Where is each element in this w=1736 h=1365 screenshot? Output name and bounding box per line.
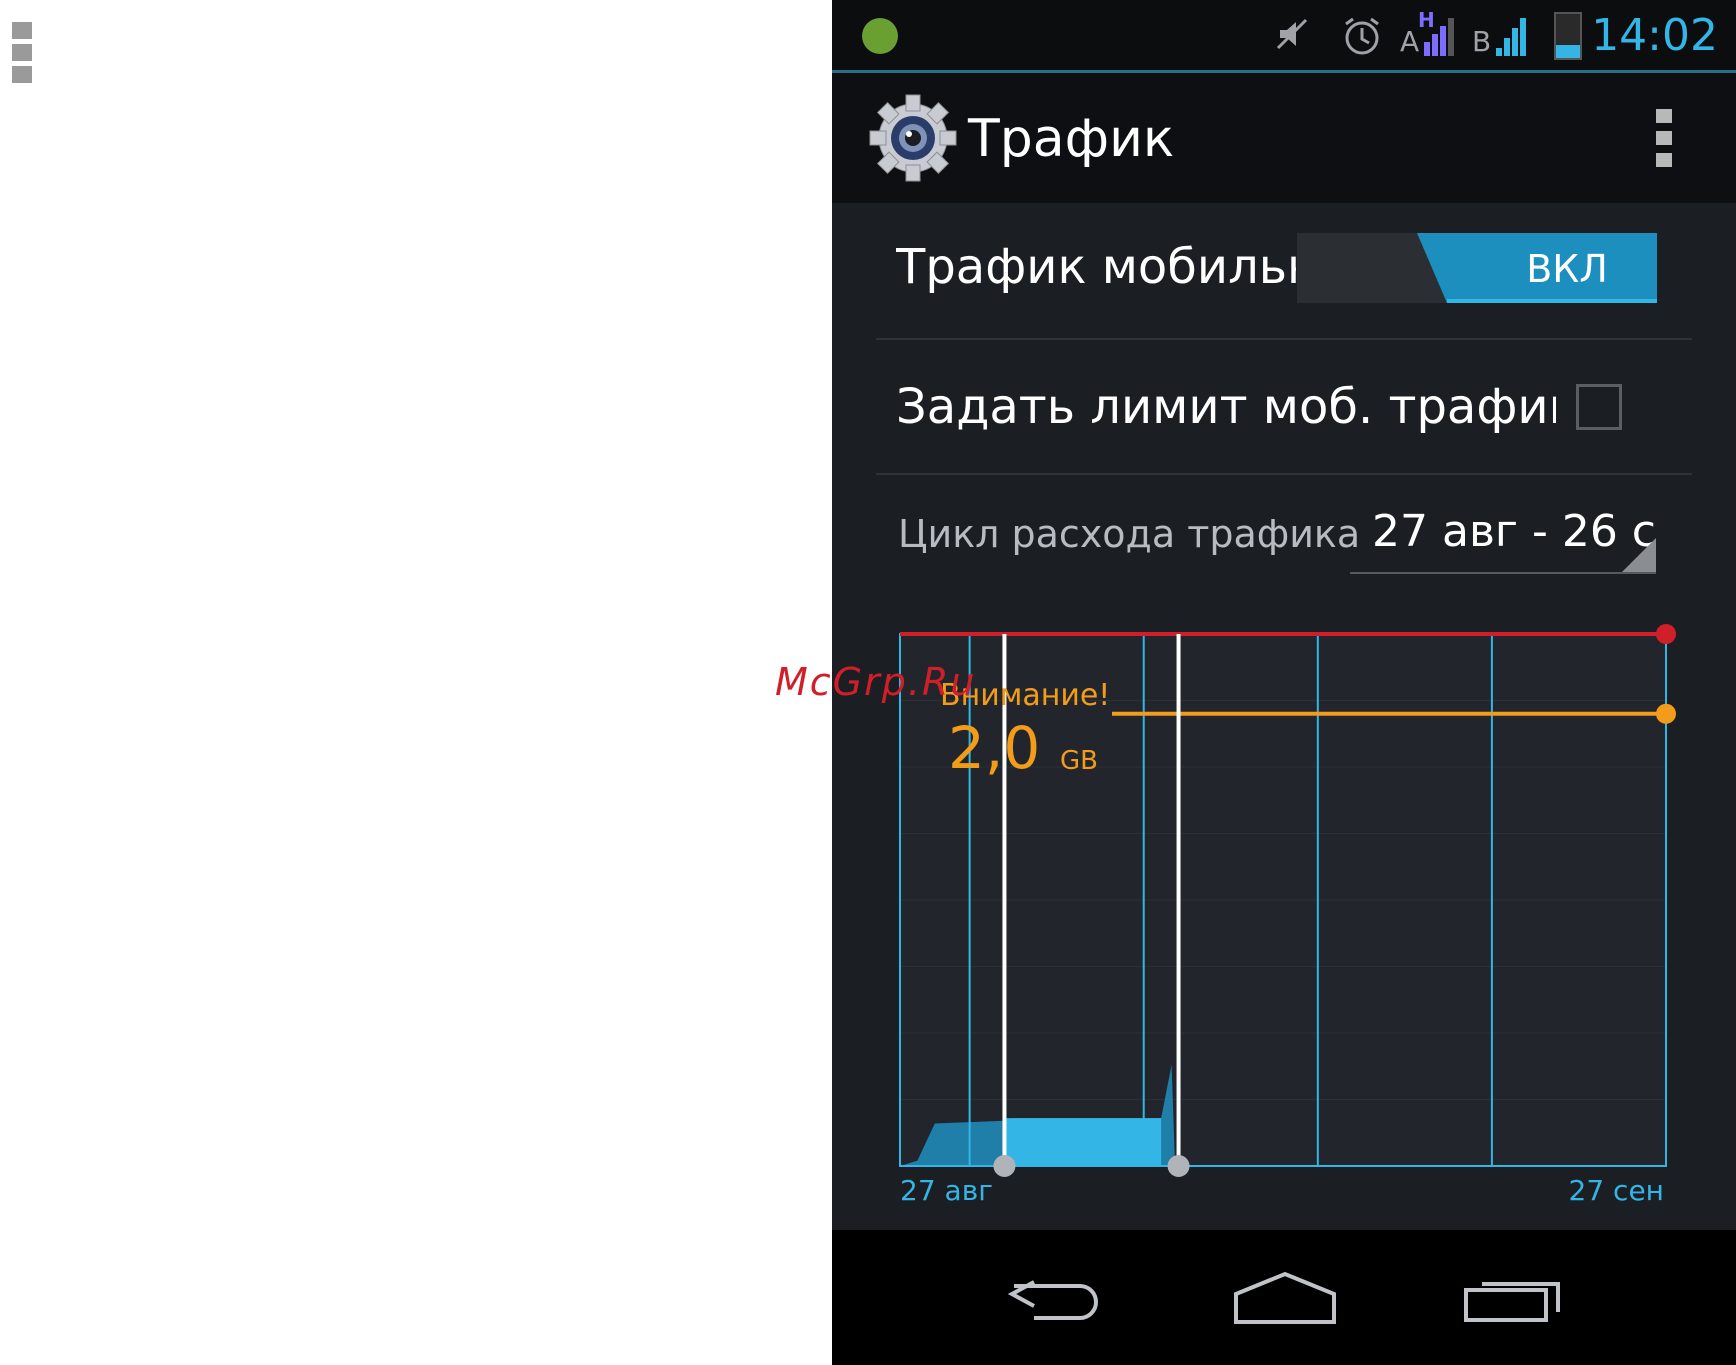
overflow-menu-icon[interactable] (1656, 109, 1672, 175)
recent-apps-icon[interactable] (1462, 1268, 1572, 1328)
watermark: McGrp.Ru (775, 660, 977, 704)
sweep-end-handle (1167, 1155, 1190, 1177)
limit-checkbox[interactable] (1576, 384, 1622, 430)
network-type-label: H (1418, 8, 1435, 32)
status-clock: 14:02 (1591, 10, 1718, 61)
status-bar: A H B 14:02 (832, 0, 1736, 73)
sim-a-label: A (1400, 25, 1420, 58)
sweep-start-handle (993, 1155, 1016, 1177)
x-start-label: 27 авг (900, 1174, 993, 1207)
android-icon (862, 18, 898, 54)
cycle-spinner[interactable]: 27 авг - 26 сен (1350, 498, 1656, 574)
cycle-label: Цикл расхода трафика (898, 512, 1361, 556)
sim-b-label: B (1472, 25, 1492, 58)
warning-unit: GB (1060, 746, 1098, 776)
mobile-data-switch[interactable]: ВКЛ (1297, 233, 1657, 303)
signal-icon: B (1472, 10, 1540, 58)
switch-state-label: ВКЛ (1526, 247, 1608, 291)
settings-gear-icon[interactable] (868, 93, 958, 183)
warning-handle (1656, 703, 1676, 724)
mobile-data-label: Трафик мобильного (896, 239, 1296, 295)
cycle-value: 27 авг - 26 сен (1372, 506, 1656, 557)
limit-label: Задать лимит моб. трафика (896, 379, 1556, 435)
x-end-label: 27 сен (1568, 1174, 1664, 1207)
battery-icon (1554, 12, 1582, 60)
usage-selected-area (1004, 1118, 1162, 1166)
alarm-icon (1340, 14, 1384, 67)
mute-icon (1272, 14, 1312, 63)
back-icon[interactable] (1004, 1268, 1114, 1328)
left-overflow-icon[interactable] (12, 22, 34, 88)
action-bar: Трафик (832, 73, 1736, 203)
dropdown-arrow-icon (1622, 538, 1656, 572)
divider (876, 338, 1692, 340)
navigation-bar (832, 1230, 1736, 1365)
home-icon[interactable] (1230, 1268, 1340, 1328)
warning-value: 2,0 (948, 714, 1041, 782)
signal-icon: A H (1400, 8, 1462, 58)
divider (876, 473, 1692, 475)
page-title: Трафик (968, 109, 1175, 169)
limit-row[interactable]: Задать лимит моб. трафика (876, 345, 1692, 473)
limit-handle (1656, 624, 1676, 644)
